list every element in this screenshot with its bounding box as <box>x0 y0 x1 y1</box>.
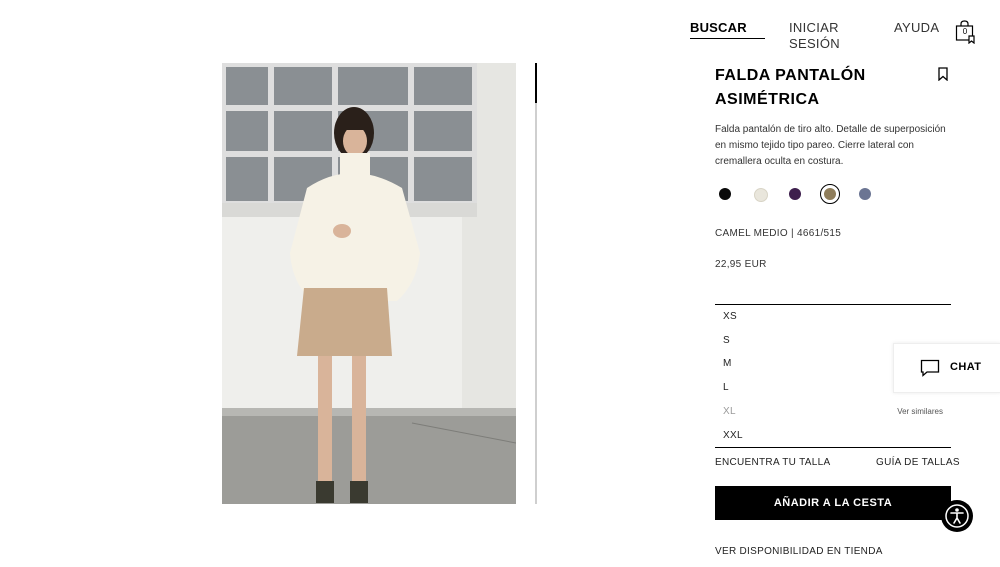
size-label: M <box>723 358 732 370</box>
gallery-scrollbar[interactable] <box>535 63 537 504</box>
product-title: FALDA PANTALÓN ASIMÉTRICA <box>715 64 915 112</box>
help-link[interactable]: AYUDA <box>894 20 939 36</box>
store-availability-link[interactable]: VER DISPONIBILIDAD EN TIENDA <box>715 546 883 557</box>
product-title-line-1: FALDA PANTALÓN <box>715 67 866 84</box>
color-swatch[interactable] <box>750 184 770 204</box>
color-swatch-dot <box>859 188 871 200</box>
find-your-size-link[interactable]: ENCUENTRA TU TALLA <box>715 457 830 468</box>
product-price: 22,95 EUR <box>715 259 767 270</box>
product-description: Falda pantalón de tiro alto. Detalle de … <box>715 124 946 167</box>
size-label: L <box>723 382 729 394</box>
color-swatch[interactable] <box>785 184 805 204</box>
chat-bubble-icon <box>920 359 940 377</box>
color-swatch-dot <box>719 188 731 200</box>
cart-button[interactable]: 0 <box>955 20 977 45</box>
product-photo <box>222 63 516 504</box>
bookmark-icon <box>938 67 948 82</box>
color-swatch-dot <box>824 188 836 200</box>
size-label: XL <box>723 405 736 417</box>
add-to-cart-button[interactable]: AÑADIR A LA CESTA <box>715 486 951 520</box>
bookmark-button[interactable] <box>937 67 949 82</box>
see-similar-link[interactable]: Ver similares <box>897 407 943 416</box>
color-swatch[interactable] <box>855 184 875 204</box>
color-swatch[interactable] <box>715 184 735 204</box>
search-link[interactable]: BUSCAR <box>690 20 765 39</box>
gallery-scrollbar-thumb[interactable] <box>535 63 537 103</box>
product-title-line-2: ASIMÉTRICA <box>715 91 820 108</box>
size-option[interactable]: XS <box>715 306 951 329</box>
size-label: S <box>723 334 730 346</box>
chat-label: CHAT <box>950 361 982 373</box>
size-label: XS <box>723 311 737 322</box>
size-option[interactable]: XXL <box>715 425 951 448</box>
accessibility-button[interactable] <box>941 500 973 532</box>
color-swatch[interactable] <box>820 184 840 204</box>
product-image[interactable] <box>222 63 516 504</box>
color-reference: CAMEL MEDIO | 4661/515 <box>715 228 842 239</box>
color-swatch-dot <box>789 188 801 200</box>
chat-button[interactable]: CHAT <box>893 343 1000 393</box>
login-link[interactable]: INICIAR SESIÓN <box>789 20 840 52</box>
cart-count: 0 <box>962 27 968 36</box>
accessibility-icon <box>945 504 969 528</box>
color-swatch-dot <box>754 188 768 202</box>
size-option[interactable]: XL Ver similares <box>715 401 951 424</box>
size-guide-link[interactable]: GUÍA DE TALLAS <box>876 457 960 468</box>
size-label: XXL <box>723 429 743 441</box>
